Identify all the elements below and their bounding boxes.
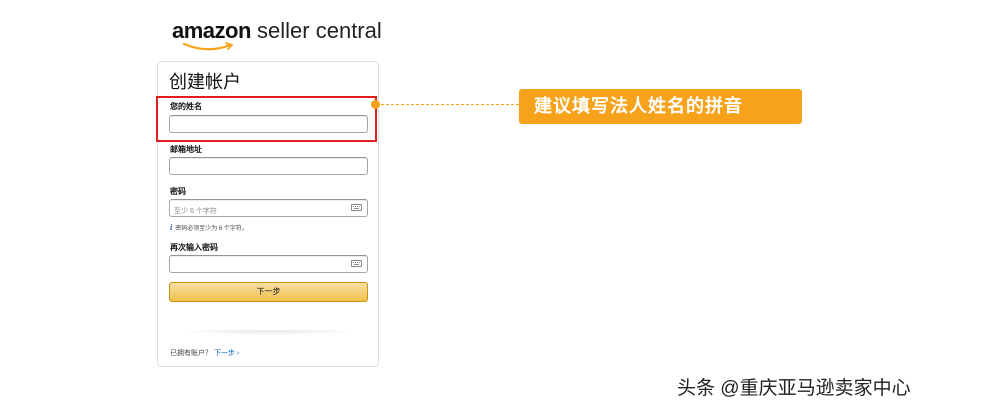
keyboard-icon[interactable] bbox=[351, 204, 362, 211]
form-title: 创建帐户 bbox=[169, 72, 241, 92]
signin-link[interactable]: 下一步 › bbox=[214, 350, 239, 357]
password-input[interactable] bbox=[170, 203, 344, 220]
confirm-password-label: 再次输入密码 bbox=[170, 243, 218, 252]
email-field[interactable] bbox=[169, 157, 368, 178]
password-hint: i 密码必须至少为 6 个字符。 bbox=[170, 223, 248, 232]
amazon-seller-central-logo: amazon seller central bbox=[172, 18, 382, 52]
confirm-password-field[interactable] bbox=[169, 255, 368, 276]
next-button[interactable]: 下一步 bbox=[169, 282, 368, 302]
name-field-highlight bbox=[156, 96, 377, 142]
info-icon: i bbox=[170, 223, 173, 232]
password-hint-text: 密码必须至少为 6 个字符。 bbox=[175, 226, 248, 232]
keyboard-icon[interactable] bbox=[351, 260, 362, 267]
signin-prompt: 已拥有账户？ bbox=[170, 350, 212, 357]
logo-brand: amazon bbox=[172, 18, 251, 43]
watermark: 头条 @重庆亚马逊卖家中心 bbox=[677, 378, 911, 399]
email-label: 邮箱地址 bbox=[170, 145, 202, 154]
amazon-smile-icon bbox=[182, 42, 233, 51]
password-label: 密码 bbox=[170, 187, 186, 196]
divider bbox=[178, 330, 360, 336]
signin-row: 已拥有账户？ 下一步 › bbox=[170, 348, 239, 358]
callout-box: 建议填写法人姓名的拼音 bbox=[519, 89, 802, 124]
confirm-password-input[interactable] bbox=[170, 259, 344, 276]
callout-dot bbox=[371, 100, 380, 109]
password-field[interactable] bbox=[169, 199, 368, 220]
logo-suffix: seller central bbox=[250, 18, 382, 43]
chevron-right-icon: › bbox=[236, 350, 240, 357]
callout-connector bbox=[381, 104, 519, 105]
email-input[interactable] bbox=[170, 161, 344, 178]
